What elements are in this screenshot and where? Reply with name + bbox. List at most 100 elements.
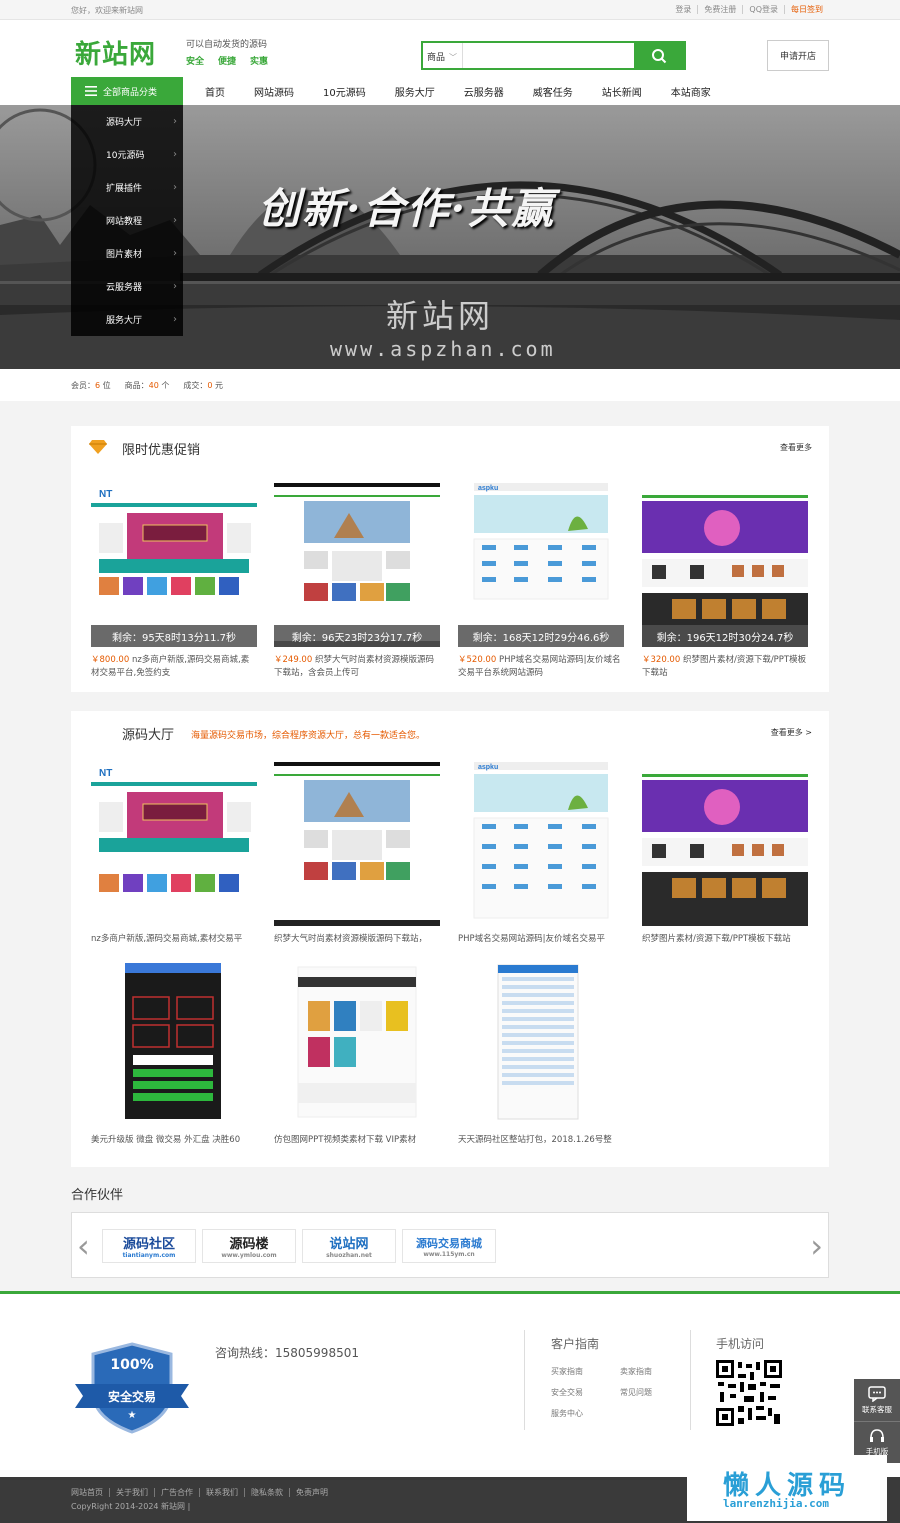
product-name[interactable]: 织梦图片素材/资源下载/PPT模板下载站 [642, 933, 808, 946]
svg-text:NT: NT [99, 768, 112, 779]
product-thumbnail[interactable]: aspku [458, 762, 624, 926]
chevron-right-icon: › [173, 116, 177, 127]
product-caption[interactable]: ￥249.00 织梦大气时尚素材资源模版源码下载站，含会员上传可 [274, 654, 440, 680]
product-caption[interactable]: ￥320.00 织梦图片素材/资源下载/PPT模板下载站 [642, 654, 808, 680]
chevron-right-icon: › [173, 281, 177, 292]
promo-more-link[interactable]: 查看更多 [780, 442, 812, 453]
product-card[interactable]: 仿包图网PPT视频类素材下载 VIP素材 [274, 963, 440, 1147]
product-thumbnail[interactable]: 剩余：196天12时30分24.7秒 [642, 483, 808, 647]
product-name[interactable]: 仿包图网PPT视频类素材下载 VIP素材 [274, 1134, 440, 1147]
partner-logo[interactable]: 源码社区 tiantianym.com [102, 1229, 196, 1263]
copyright: CopyRight 2014-2024 新站网 | [71, 1502, 191, 1511]
tag-affordable: 实惠 [250, 57, 269, 67]
category-item[interactable]: 服务大厅 › [71, 303, 183, 336]
bottom-link-about[interactable]: 关于我们 [109, 1488, 154, 1497]
daily-checkin-link[interactable]: 每日签到 [784, 5, 829, 14]
qq-login-link[interactable]: QQ登录 [742, 5, 784, 14]
partner-logo[interactable]: 源码楼 www.ymlou.com [202, 1229, 296, 1263]
category-item[interactable]: 图片素材 › [71, 237, 183, 270]
search-bar: 商品 ﹀ [421, 41, 686, 70]
watermark: 懒人源码 lanrenzhijia.com [687, 1455, 887, 1521]
category-item[interactable]: 云服务器 › [71, 270, 183, 303]
nav-home[interactable]: 首页 [205, 84, 225, 99]
product-caption[interactable]: ￥800.00 nz多商户新版,源码交易商城,素材交易平台,免签约支 [91, 654, 257, 680]
guide-link[interactable]: 安全交易 [551, 1387, 583, 1398]
product-card[interactable]: NT nz多商户新版,源码交易商城,素材交易平 [91, 762, 257, 946]
product-name[interactable]: nz多商户新版,源码交易商城,素材交易平 [91, 933, 257, 946]
nav-10yuan-source[interactable]: 10元源码 [323, 84, 366, 99]
nav-news[interactable]: 站长新闻 [602, 84, 642, 99]
category-item[interactable]: 扩展插件 › [71, 171, 183, 204]
search-category-select[interactable]: 商品 ﹀ [423, 43, 463, 68]
product-thumbnail[interactable]: 剩余：96天23时23分17.7秒 [274, 483, 440, 647]
product-thumbnail[interactable] [458, 963, 624, 1127]
footer: ★ 100% 安全交易 咨询热线：15805998501 客户指南 买家指南 卖… [0, 1291, 900, 1477]
safe-trade-badge: ★ 100% 安全交易 [73, 1342, 191, 1437]
bottom-link-ads[interactable]: 广告合作 [154, 1488, 199, 1497]
nav-cloud-server[interactable]: 云服务器 [464, 84, 504, 99]
svg-text:aspku: aspku [478, 485, 498, 492]
guide-link[interactable]: 卖家指南 [620, 1366, 652, 1377]
guide-link[interactable]: 常见问题 [620, 1387, 652, 1398]
nav-service-hall[interactable]: 服务大厅 [395, 84, 435, 99]
nav-merchants[interactable]: 本站商家 [671, 84, 711, 99]
diamond-icon [89, 440, 107, 454]
promo-card[interactable]: 剩余：196天12时30分24.7秒 ￥320.00 织梦图片素材/资源下载/P… [642, 483, 808, 680]
promo-card[interactable]: aspku 剩余：168天12时29分46.6秒 ￥520.00 PHP域名交易… [458, 483, 624, 680]
search-input[interactable] [463, 43, 634, 68]
product-thumbnail[interactable]: NT [91, 762, 257, 926]
slogan: 可以自动发货的源码 安全 便捷 实惠 [186, 37, 268, 67]
bottom-link-home[interactable]: 网站首页 [71, 1488, 109, 1497]
site-logo[interactable]: 新站网 [75, 34, 156, 71]
open-store-button[interactable]: 申请开店 [767, 40, 829, 71]
category-item[interactable]: 源码大厅 › [71, 105, 183, 138]
product-card[interactable]: 织梦图片素材/资源下载/PPT模板下载站 [642, 762, 808, 946]
bottom-link-contact[interactable]: 联系我们 [199, 1488, 244, 1497]
product-name[interactable]: 天天源码社区整站打包，2018.1.26号整 [458, 1134, 624, 1147]
search-button[interactable] [634, 43, 684, 68]
guide-link[interactable]: 买家指南 [551, 1366, 583, 1377]
bottom-link-disclaimer[interactable]: 免责声明 [289, 1488, 334, 1497]
bottom-link-privacy[interactable]: 隐私条款 [244, 1488, 289, 1497]
product-thumbnail[interactable] [642, 762, 808, 926]
nav-website-source[interactable]: 网站源码 [254, 84, 294, 99]
slogan-text: 可以自动发货的源码 [186, 40, 268, 50]
chevron-right-icon[interactable]: › [810, 1227, 823, 1265]
tag-safe: 安全 [186, 57, 205, 67]
chevron-left-icon[interactable]: ‹ [77, 1227, 90, 1265]
product-thumbnail[interactable]: aspku 剩余：168天12时29分46.6秒 [458, 483, 624, 647]
promo-card[interactable]: 剩余：96天23时23分17.7秒 ￥249.00 织梦大气时尚素材资源模版源码… [274, 483, 440, 680]
top-links: 登录 免费注册 QQ登录 每日签到 [669, 5, 829, 14]
category-item[interactable]: 网站教程 › [71, 204, 183, 237]
product-price: ￥320.00 [642, 655, 681, 665]
customer-service-button[interactable]: 联系客服 [854, 1379, 900, 1421]
product-name[interactable]: 织梦大气时尚素材资源模版源码下载站， [274, 933, 440, 946]
product-price: ￥520.00 [458, 655, 497, 665]
login-link[interactable]: 登录 [669, 5, 697, 14]
promo-title: 限时优惠促销 [122, 443, 201, 458]
badge-text: 安全交易 [107, 1390, 156, 1404]
product-card[interactable]: 织梦大气时尚素材资源模版源码下载站， [274, 762, 440, 946]
product-name[interactable]: PHP域名交易网站源码|友价域名交易平 [458, 933, 624, 946]
source-hall-more-link[interactable]: 查看更多 > [771, 727, 812, 738]
partner-logo[interactable]: 说站网 shuozhan.net [302, 1229, 396, 1263]
category-item[interactable]: 10元源码 › [71, 138, 183, 171]
qr-code-icon[interactable] [716, 1360, 782, 1426]
product-card[interactable]: 美元升级版 微盘 微交易 外汇盘 决胜60 [91, 963, 257, 1147]
guide-link[interactable]: 服务中心 [551, 1408, 583, 1419]
product-card[interactable]: aspku PHP域名交易网站源码|友价域名交易平 [458, 762, 624, 946]
nav-tasks[interactable]: 威客任务 [533, 84, 573, 99]
product-name[interactable]: 美元升级版 微盘 微交易 外汇盘 决胜60 [91, 1134, 257, 1147]
product-thumbnail[interactable] [91, 963, 257, 1127]
watermark-url: lanrenzhijia.com [723, 1497, 829, 1510]
partner-logo[interactable]: 源码交易商城 www.115ym.cn [402, 1229, 496, 1263]
product-card[interactable]: 天天源码社区整站打包，2018.1.26号整 [458, 963, 624, 1147]
all-categories-button[interactable]: 全部商品分类 [71, 77, 183, 105]
product-thumbnail[interactable] [274, 762, 440, 926]
product-thumbnail[interactable] [274, 963, 440, 1127]
product-caption[interactable]: ￥520.00 PHP域名交易网站源码|友价域名交易平台系统网站源码 [458, 654, 624, 680]
product-thumbnail[interactable]: NT 剩余：95天8时13分11.7秒 [91, 483, 257, 647]
promo-section: 限时优惠促销 查看更多 NT 剩余：95天8时13分11.7秒 ￥800.00 … [71, 426, 829, 692]
register-link[interactable]: 免费注册 [697, 5, 742, 14]
promo-card[interactable]: NT 剩余：95天8时13分11.7秒 ￥800.00 nz多商户新版,源码交易… [91, 483, 257, 680]
